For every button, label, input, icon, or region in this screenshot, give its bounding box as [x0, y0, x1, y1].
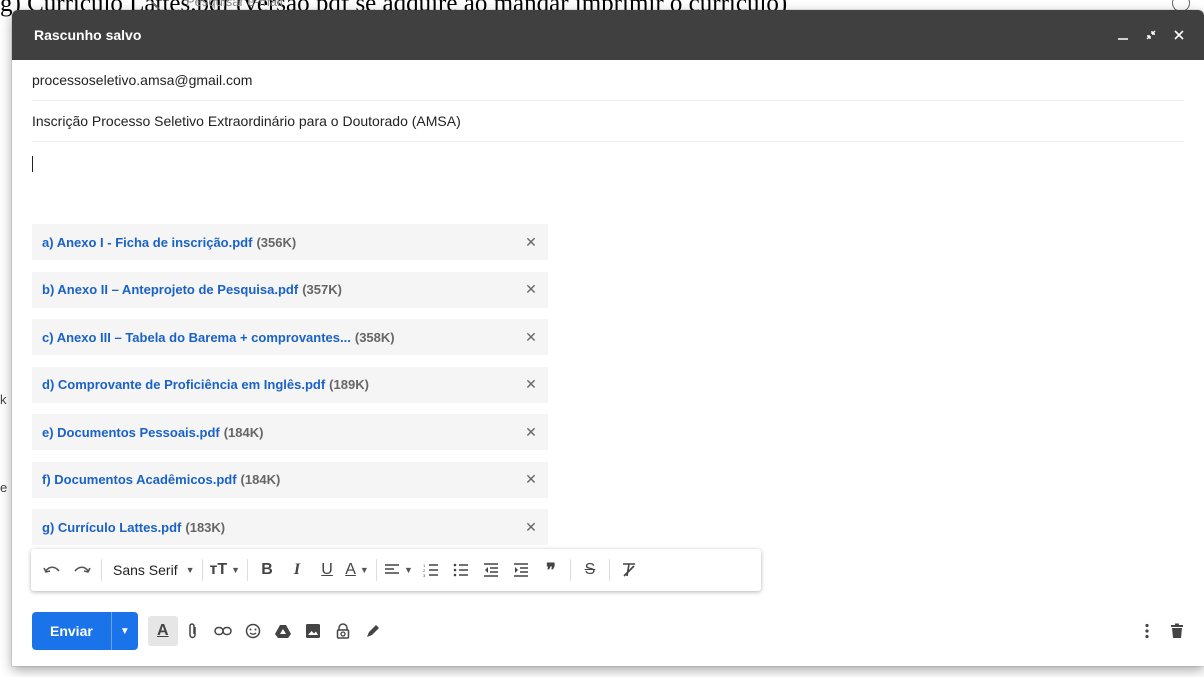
- attachment-name[interactable]: c) Anexo III – Tabela do Barema + compro…: [42, 330, 351, 345]
- confidential-mode-icon[interactable]: [328, 616, 358, 646]
- formatting-options-icon[interactable]: A: [147, 616, 178, 646]
- bulleted-list-icon[interactable]: [446, 556, 476, 584]
- attachment-size: (184K): [240, 472, 281, 487]
- message-body[interactable]: [32, 142, 1184, 212]
- insert-photo-icon[interactable]: [298, 616, 328, 646]
- font-size-select[interactable]: тT ▼: [207, 556, 244, 584]
- quote-icon[interactable]: ❞: [536, 556, 566, 584]
- background-fragment: e: [0, 480, 8, 495]
- remove-attachment-icon[interactable]: ✕: [524, 281, 538, 298]
- search-placeholder: Pesquisar e-mail: [186, 0, 283, 9]
- attachment-name[interactable]: e) Documentos Pessoais.pdf: [42, 425, 220, 440]
- attachment-chip[interactable]: d) Comprovante de Proficiência em Inglês…: [32, 366, 548, 403]
- remove-attachment-icon[interactable]: ✕: [524, 424, 538, 441]
- attachment-list: a) Anexo I - Ficha de inscrição.pdf (356…: [32, 224, 548, 557]
- send-button[interactable]: Enviar: [32, 612, 112, 650]
- undo-icon[interactable]: [37, 556, 67, 584]
- send-options-chevron-icon[interactable]: ▼: [112, 612, 138, 650]
- signature-icon[interactable]: [358, 616, 388, 646]
- text-size-icon: тT: [209, 561, 228, 578]
- remove-attachment-icon[interactable]: ✕: [524, 329, 538, 346]
- recipient-value: processoseletivo.amsa@gmail.com: [32, 72, 253, 88]
- attachment-size: (183K): [185, 519, 226, 535]
- align-icon[interactable]: ▼: [381, 556, 416, 584]
- chevron-down-icon: ▼: [231, 565, 241, 575]
- toolbar-divider: [608, 559, 610, 581]
- chevron-down-icon: ▼: [359, 565, 369, 575]
- remove-attachment-icon[interactable]: ✕: [524, 471, 538, 488]
- drive-icon[interactable]: [268, 616, 298, 646]
- attachment-chip[interactable]: b) Anexo II – Anteprojeto de Pesquisa.pd…: [32, 271, 548, 308]
- background-fragment: k: [0, 392, 7, 407]
- toolbar-divider: [569, 559, 571, 581]
- attachment-size: (358K): [354, 329, 395, 345]
- chevron-down-icon: ▼: [404, 565, 413, 575]
- indent-less-icon[interactable]: [476, 556, 506, 584]
- attachment-chip[interactable]: a) Anexo I - Ficha de inscrição.pdf (356…: [32, 224, 548, 260]
- more-options-icon[interactable]: [1132, 616, 1162, 646]
- strikethrough-icon[interactable]: S: [575, 556, 605, 584]
- recipient-field[interactable]: processoseletivo.amsa@gmail.com: [32, 60, 1184, 101]
- text-caret: [32, 156, 33, 172]
- attachment-chip[interactable]: f) Documentos Acadêmicos.pdf (184K) ✕: [32, 461, 548, 498]
- chevron-down-icon: ▼: [185, 565, 195, 575]
- compose-bottom-bar: Enviar ▼ A: [32, 612, 1192, 650]
- attachment-name[interactable]: g) Currículo Lattes.pdf: [42, 520, 181, 535]
- attachment-size: (357K): [302, 282, 342, 297]
- subject-value: Inscrição Processo Seletivo Extraordinár…: [32, 113, 461, 129]
- remove-attachment-icon[interactable]: ✕: [524, 376, 538, 393]
- toolbar-divider: [247, 559, 249, 581]
- compose-title: Rascunho salvo: [34, 27, 142, 43]
- attachment-size: (184K): [223, 424, 264, 440]
- attachment-size: (189K): [329, 377, 369, 392]
- attachment-size: (356K): [256, 234, 297, 250]
- svg-text:3: 3: [423, 573, 426, 577]
- attachment-name[interactable]: a) Anexo I - Ficha de inscrição.pdf: [42, 235, 252, 250]
- minimize-icon[interactable]: [1112, 24, 1134, 46]
- bold-icon[interactable]: B: [252, 556, 282, 584]
- formatting-toolbar: Sans Serif ▼ тT ▼ B I U A ▼ ▼ 123 ❞ S: [31, 549, 761, 591]
- numbered-list-icon[interactable]: 123: [416, 556, 446, 584]
- attachment-name[interactable]: f) Documentos Acadêmicos.pdf: [42, 472, 237, 487]
- attachment-name[interactable]: b) Anexo II – Anteprojeto de Pesquisa.pd…: [42, 282, 298, 297]
- remove-attachment-icon[interactable]: ✕: [524, 234, 538, 251]
- background-search: Pesquisar e-mail: [150, 0, 283, 10]
- insert-link-icon[interactable]: [208, 616, 238, 646]
- toolbar-divider: [101, 559, 102, 581]
- italic-icon[interactable]: I: [282, 556, 312, 584]
- attachment-chip[interactable]: e) Documentos Pessoais.pdf (184K) ✕: [32, 414, 548, 450]
- attachment-chip[interactable]: g) Currículo Lattes.pdf (183K) ✕: [32, 509, 548, 545]
- remove-attachment-icon[interactable]: ✕: [524, 519, 538, 536]
- emoji-icon[interactable]: [238, 616, 268, 646]
- indent-more-icon[interactable]: [506, 556, 536, 584]
- text-color-icon[interactable]: A ▼: [342, 556, 372, 584]
- subject-field[interactable]: Inscrição Processo Seletivo Extraordinár…: [32, 101, 1184, 142]
- exit-fullscreen-icon[interactable]: [1140, 24, 1162, 46]
- underline-icon[interactable]: U: [312, 556, 342, 584]
- send-button-group: Enviar ▼: [32, 612, 138, 650]
- redo-icon[interactable]: [67, 556, 97, 584]
- close-icon[interactable]: [1168, 24, 1190, 46]
- attachment-name[interactable]: d) Comprovante de Proficiência em Inglês…: [42, 377, 325, 392]
- remove-formatting-icon[interactable]: [614, 556, 644, 584]
- discard-draft-icon[interactable]: [1162, 616, 1192, 646]
- font-family-select[interactable]: Sans Serif ▼: [106, 556, 198, 584]
- toolbar-divider: [201, 559, 203, 581]
- compose-titlebar: Rascunho salvo: [12, 10, 1204, 60]
- attach-file-icon[interactable]: [178, 616, 208, 646]
- attachment-chip[interactable]: c) Anexo III – Tabela do Barema + compro…: [32, 319, 548, 355]
- toolbar-divider: [376, 559, 378, 581]
- right-tools: [1132, 616, 1192, 646]
- font-family-label: Sans Serif: [113, 562, 178, 578]
